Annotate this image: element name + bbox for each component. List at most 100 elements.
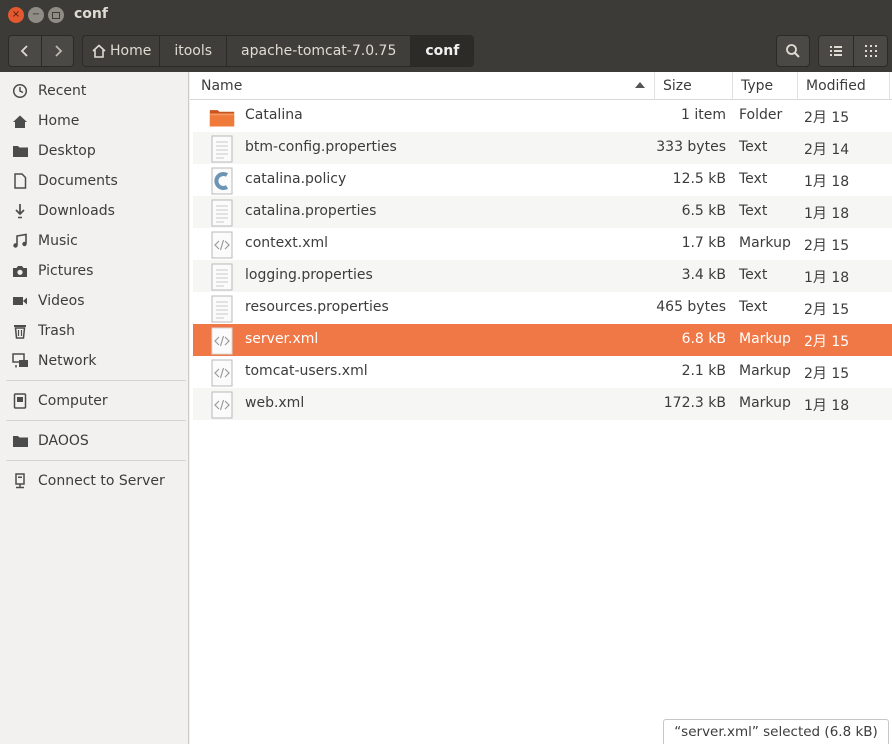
- sidebar-item-label: Documents: [38, 173, 118, 189]
- home-icon: [92, 44, 106, 58]
- camera-icon: [11, 262, 29, 280]
- sidebar-item-home[interactable]: Home: [0, 106, 189, 136]
- file-size: 2.1 kB: [681, 363, 726, 379]
- file-modified: 2月 15: [804, 302, 850, 318]
- breadcrumb-conf[interactable]: conf: [410, 36, 474, 66]
- back-button[interactable]: [9, 36, 41, 66]
- document-icon: [11, 172, 29, 190]
- breadcrumb-apache-tomcat[interactable]: apache-tomcat-7.0.75: [226, 36, 411, 66]
- file-size: 1.7 kB: [681, 235, 726, 251]
- grid-view-icon: [864, 45, 877, 57]
- sidebar-separator: [6, 460, 186, 461]
- server-icon: [11, 472, 29, 490]
- file-name: btm-config.properties: [245, 139, 397, 155]
- text-file-icon: [211, 199, 233, 227]
- minimize-window-button[interactable]: −: [28, 7, 44, 23]
- sidebar-item-label: Connect to Server: [38, 473, 165, 489]
- sidebar-item-documents[interactable]: Documents: [0, 166, 189, 196]
- breadcrumb-home[interactable]: Home: [83, 36, 160, 66]
- chevron-left-icon: [20, 45, 28, 57]
- file-row-btm-config-properties[interactable]: btm-config.properties 333 bytes Text 2月 …: [193, 132, 892, 164]
- chevron-right-icon: [54, 45, 62, 57]
- sidebar-item-pictures[interactable]: Pictures: [0, 256, 189, 286]
- search-button[interactable]: [776, 35, 810, 67]
- file-name: tomcat-users.xml: [245, 363, 368, 379]
- markup-file-icon: [211, 391, 233, 419]
- sidebar-item-label: Recent: [38, 83, 87, 99]
- window-title: conf: [74, 6, 108, 22]
- sidebar-item-connect-to-server[interactable]: Connect to Server: [0, 466, 189, 496]
- sidebar-item-music[interactable]: Music: [0, 226, 189, 256]
- sidebar-item-network[interactable]: Network: [0, 346, 189, 376]
- column-header-size[interactable]: Size: [655, 72, 733, 100]
- file-modified: 2月 15: [804, 110, 850, 126]
- sidebar-item-daoos[interactable]: DAOOS: [0, 426, 189, 456]
- home-icon: [11, 112, 29, 130]
- file-size: 12.5 kB: [672, 171, 726, 187]
- file-type: Text: [739, 171, 768, 187]
- file-modified: 1月 18: [804, 270, 850, 286]
- close-window-button[interactable]: ×: [8, 7, 24, 23]
- file-row-catalina[interactable]: Catalina 1 item Folder 2月 15: [193, 100, 892, 132]
- forward-button[interactable]: [41, 36, 73, 66]
- file-modified: 2月 14: [804, 142, 850, 158]
- file-size: 6.5 kB: [681, 203, 726, 219]
- file-name: catalina.policy: [245, 171, 347, 187]
- sidebar-item-label: Videos: [38, 293, 85, 309]
- sidebar-item-label: DAOOS: [38, 433, 89, 449]
- column-header-modified[interactable]: Modified: [798, 72, 890, 100]
- column-header-name[interactable]: Name: [193, 72, 655, 100]
- file-name: Catalina: [245, 107, 303, 123]
- sidebar-item-computer[interactable]: Computer: [0, 386, 189, 416]
- file-row-server-xml[interactable]: server.xml 6.8 kB Markup 2月 15: [193, 324, 892, 356]
- sidebar-separator: [6, 420, 186, 421]
- file-row-logging-properties[interactable]: logging.properties 3.4 kB Text 1月 18: [193, 260, 892, 292]
- music-icon: [11, 232, 29, 250]
- file-row-web-xml[interactable]: web.xml 172.3 kB Markup 1月 18: [193, 388, 892, 420]
- file-type: Text: [739, 299, 768, 315]
- sidebar-item-downloads[interactable]: Downloads: [0, 196, 189, 226]
- file-row-resources-properties[interactable]: resources.properties 465 bytes Text 2月 1…: [193, 292, 892, 324]
- minimize-icon: −: [31, 9, 41, 20]
- sort-ascending-icon: [635, 82, 645, 88]
- sidebar-item-recent[interactable]: Recent: [0, 76, 189, 106]
- sidebar-item-label: Music: [38, 233, 78, 249]
- file-name: server.xml: [245, 331, 319, 347]
- video-icon: [11, 292, 29, 310]
- file-name: context.xml: [245, 235, 329, 251]
- markup-file-icon: [211, 231, 233, 259]
- list-view-button[interactable]: [819, 36, 853, 66]
- breadcrumb: Home itools apache-tomcat-7.0.75 conf: [82, 35, 475, 67]
- file-size: 172.3 kB: [663, 395, 726, 411]
- sidebar-item-label: Network: [38, 353, 97, 369]
- close-icon: ×: [11, 9, 21, 20]
- file-size: 465 bytes: [656, 299, 726, 315]
- file-modified: 1月 18: [804, 398, 850, 414]
- file-row-context-xml[interactable]: context.xml 1.7 kB Markup 2月 15: [193, 228, 892, 260]
- file-size: 6.8 kB: [681, 331, 726, 347]
- breadcrumb-itools[interactable]: itools: [159, 36, 227, 66]
- folder-icon: [11, 142, 29, 160]
- file-row-catalina-policy[interactable]: catalina.policy 12.5 kB Text 1月 18: [193, 164, 892, 196]
- search-icon: [786, 44, 800, 58]
- grid-view-button[interactable]: [853, 36, 887, 66]
- sidebar-item-videos[interactable]: Videos: [0, 286, 189, 316]
- column-header-row: Name Size Type Modified: [190, 72, 892, 100]
- file-list-view: Name Size Type Modified Catalina 1 item …: [190, 72, 892, 744]
- file-type: Text: [739, 203, 768, 219]
- sidebar-item-trash[interactable]: Trash: [0, 316, 189, 346]
- file-name: web.xml: [245, 395, 305, 411]
- column-header-type[interactable]: Type: [733, 72, 798, 100]
- text-file-icon: [211, 263, 233, 291]
- download-icon: [11, 202, 29, 220]
- file-name: resources.properties: [245, 299, 389, 315]
- file-type: Text: [739, 139, 768, 155]
- file-type: Folder: [739, 107, 783, 123]
- file-row-tomcat-users-xml[interactable]: tomcat-users.xml 2.1 kB Markup 2月 15: [193, 356, 892, 388]
- file-modified: 1月 18: [804, 206, 850, 222]
- clock-icon: [11, 82, 29, 100]
- maximize-window-button[interactable]: [48, 7, 64, 23]
- sidebar-item-desktop[interactable]: Desktop: [0, 136, 189, 166]
- file-row-catalina-properties[interactable]: catalina.properties 6.5 kB Text 1月 18: [193, 196, 892, 228]
- selection-status: “server.xml” selected (6.8 kB): [663, 719, 889, 744]
